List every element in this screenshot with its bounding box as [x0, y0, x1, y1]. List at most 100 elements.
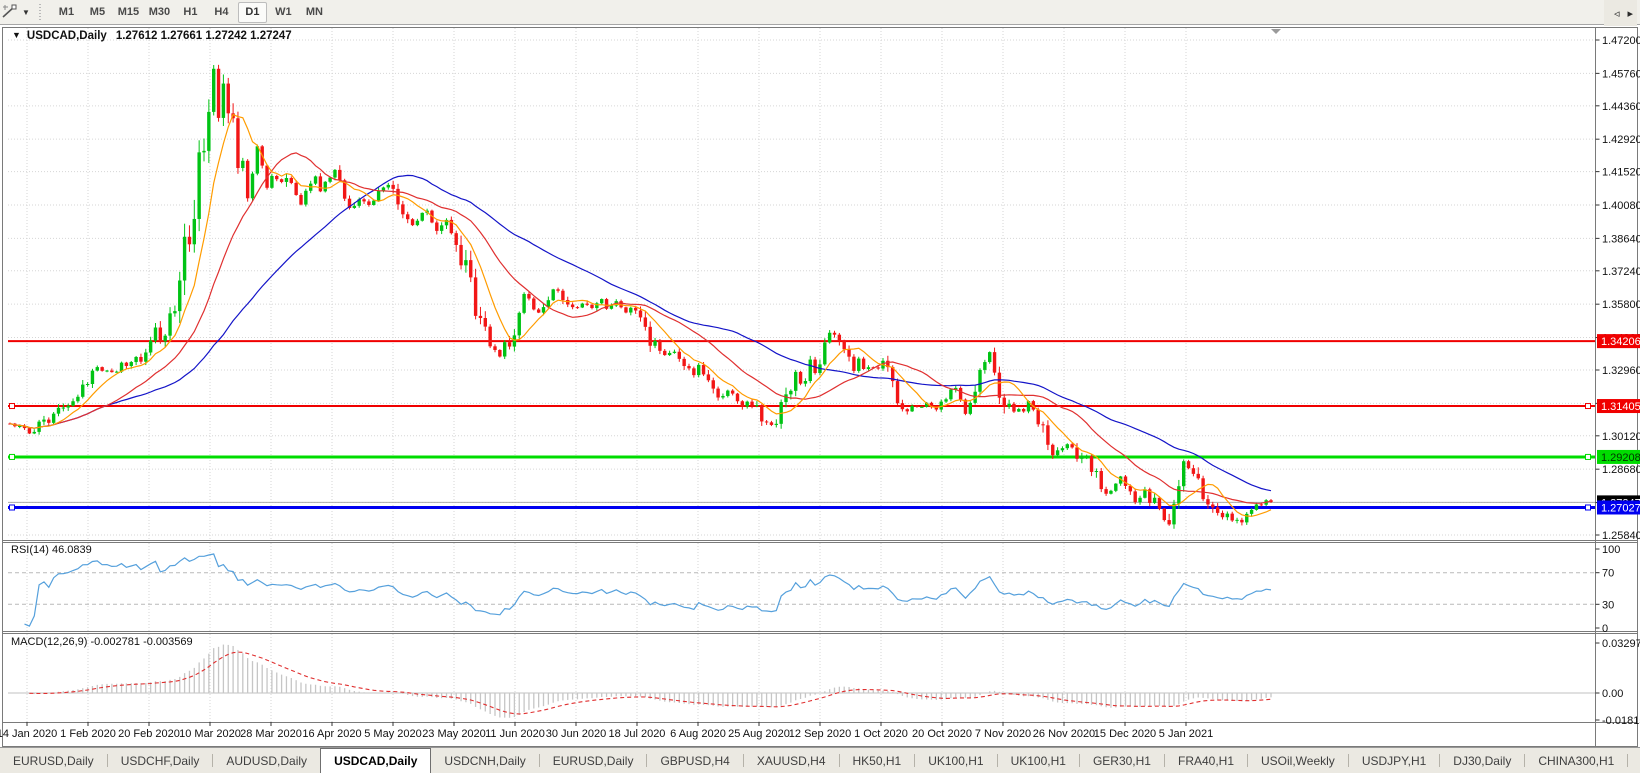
chart-tab-xauusd-h4[interactable]: XAUUSD,H4 — [744, 748, 839, 773]
chart-tab-usdcnh-daily[interactable]: USDCNH,Daily — [431, 748, 538, 773]
toolbar-grip[interactable] — [38, 4, 43, 20]
svg-text:1.34206: 1.34206 — [1601, 336, 1640, 348]
svg-text:11 Jun 2020: 11 Jun 2020 — [485, 728, 545, 740]
chart-tab-usoil-weekly[interactable]: USOil,Weekly — [1248, 748, 1348, 773]
horizontal-line-1.27027[interactable] — [8, 505, 1596, 510]
chart-tab-usoil[interactable]: USOil, — [1628, 748, 1640, 773]
svg-text:0: 0 — [1602, 623, 1608, 635]
svg-text:15 Dec 2020: 15 Dec 2020 — [1094, 728, 1156, 740]
tab-scroll-right-icon[interactable]: ▸ — [1627, 7, 1633, 20]
tab-scroll-controls: ◃ ▸ — [1604, 0, 1637, 26]
svg-text:0.00: 0.00 — [1602, 688, 1623, 700]
horizontal-lines — [8, 341, 1596, 510]
chart-tab-eurusd-daily[interactable]: EURUSD,Daily — [0, 748, 107, 773]
chart-tab-eurusd-daily[interactable]: EURUSD,Daily — [540, 748, 647, 773]
chart-tab-dj30-daily[interactable]: DJ30,Daily — [1440, 748, 1524, 773]
chart-tab-ger30-h1[interactable]: GER30,H1 — [1080, 748, 1164, 773]
chart-tab-usdjpy-h1[interactable]: USDJPY,H1 — [1349, 748, 1439, 773]
svg-text:1.28680: 1.28680 — [1602, 464, 1640, 476]
macd-histogram — [10, 645, 1271, 718]
svg-text:25 Aug 2020: 25 Aug 2020 — [728, 728, 790, 740]
top-toolbar: ▼ M1M5M15M30H1H4D1W1MN — [0, 0, 1640, 25]
timeframe-button-D1[interactable]: D1 — [238, 2, 267, 23]
svg-text:0.032972: 0.032972 — [1602, 638, 1640, 650]
timeframe-button-H1[interactable]: H1 — [176, 2, 205, 23]
chart-shift-marker — [1271, 29, 1281, 34]
svg-text:7 Nov 2020: 7 Nov 2020 — [975, 728, 1031, 740]
rsi-line — [25, 554, 1272, 626]
horizontal-line-1.29208[interactable] — [8, 454, 1596, 459]
price-badge-1.29208: 1.29208 — [1597, 450, 1640, 464]
svg-text:70: 70 — [1602, 568, 1614, 580]
line-anchor-marker[interactable] — [10, 505, 15, 510]
svg-text:16 Apr 2020: 16 Apr 2020 — [302, 728, 361, 740]
timeframe-button-MN[interactable]: MN — [300, 2, 329, 23]
chevron-down-icon[interactable]: ▼ — [22, 8, 30, 17]
svg-text:1.30120: 1.30120 — [1602, 431, 1640, 443]
svg-text:12 Sep 2020: 12 Sep 2020 — [789, 728, 851, 740]
chart-canvas[interactable]: 1.472001.457601.443601.429201.415201.400… — [0, 0, 1640, 773]
svg-text:-0.018154: -0.018154 — [1602, 715, 1640, 727]
svg-text:30 Jun 2020: 30 Jun 2020 — [546, 728, 607, 740]
svg-text:1.37240: 1.37240 — [1602, 266, 1640, 278]
line-anchor-marker[interactable] — [1586, 505, 1591, 510]
svg-text:1.42920: 1.42920 — [1602, 134, 1640, 146]
svg-text:28 Mar 2020: 28 Mar 2020 — [240, 728, 302, 740]
chart-tab-hk50-h1[interactable]: HK50,H1 — [840, 748, 915, 773]
chart-tab-bar: EURUSD,DailyUSDCHF,DailyAUDUSD,DailyUSDC… — [0, 747, 1640, 773]
svg-text:1.41520: 1.41520 — [1602, 167, 1640, 179]
pane-borders — [3, 28, 1639, 747]
svg-text:1 Oct 2020: 1 Oct 2020 — [854, 728, 908, 740]
svg-text:100: 100 — [1602, 544, 1620, 556]
chart-tab-gbpusd-h4[interactable]: GBPUSD,H4 — [647, 748, 742, 773]
chart-tab-uk100-h1[interactable]: UK100,H1 — [998, 748, 1079, 773]
line-anchor-marker[interactable] — [10, 404, 15, 409]
timeframe-button-M5[interactable]: M5 — [83, 2, 112, 23]
timeframe-button-M30[interactable]: M30 — [145, 2, 174, 23]
line-anchor-marker[interactable] — [10, 454, 15, 459]
svg-text:5 Jan 2021: 5 Jan 2021 — [1159, 728, 1213, 740]
price-badge-1.27027: 1.27027 — [1597, 500, 1640, 514]
svg-text:10 Mar 2020: 10 Mar 2020 — [179, 728, 241, 740]
svg-text:1.44360: 1.44360 — [1602, 101, 1640, 113]
svg-text:23 May 2020: 23 May 2020 — [422, 728, 486, 740]
price-badge-1.31405: 1.31405 — [1597, 399, 1640, 413]
svg-text:30: 30 — [1602, 599, 1614, 611]
horizontal-line-1.31405[interactable] — [8, 404, 1596, 409]
tab-scroll-left-icon[interactable]: ◃ — [1614, 7, 1620, 20]
timeframe-button-M1[interactable]: M1 — [52, 2, 81, 23]
line-anchor-marker[interactable] — [1586, 404, 1591, 409]
svg-text:1.29208: 1.29208 — [1601, 452, 1640, 464]
chart-tab-fra40-h1[interactable]: FRA40,H1 — [1165, 748, 1247, 773]
svg-text:1.31405: 1.31405 — [1601, 401, 1640, 413]
price-axis: 1.472001.457601.443601.429201.415201.400… — [1596, 35, 1640, 727]
svg-text:1 Feb 2020: 1 Feb 2020 — [60, 728, 116, 740]
svg-text:26 Nov 2020: 26 Nov 2020 — [1033, 728, 1095, 740]
chart-tab-china300-h1[interactable]: CHINA300,H1 — [1525, 748, 1627, 773]
chart-tab-usdcad-daily[interactable]: USDCAD,Daily — [320, 748, 431, 773]
svg-text:1.47200: 1.47200 — [1602, 35, 1640, 47]
price-badge-1.34206: 1.34206 — [1597, 334, 1640, 348]
svg-text:5 May 2020: 5 May 2020 — [364, 728, 421, 740]
svg-text:14 Jan 2020: 14 Jan 2020 — [0, 728, 57, 740]
date-axis: 14 Jan 20201 Feb 202020 Feb 202010 Mar 2… — [0, 722, 1213, 740]
svg-text:1.27027: 1.27027 — [1601, 502, 1640, 514]
svg-text:20 Feb 2020: 20 Feb 2020 — [118, 728, 180, 740]
chart-tab-usdchf-daily[interactable]: USDCHF,Daily — [108, 748, 213, 773]
chart-tab-audusd-daily[interactable]: AUDUSD,Daily — [213, 748, 320, 773]
svg-text:1.40080: 1.40080 — [1602, 200, 1640, 212]
svg-text:1.32960: 1.32960 — [1602, 365, 1640, 377]
svg-text:1.38640: 1.38640 — [1602, 233, 1640, 245]
svg-text:1.35800: 1.35800 — [1602, 299, 1640, 311]
timeframe-button-M15[interactable]: M15 — [114, 2, 143, 23]
timeframe-button-H4[interactable]: H4 — [207, 2, 236, 23]
chart-tab-uk100-h1[interactable]: UK100,H1 — [915, 748, 996, 773]
timeframe-button-W1[interactable]: W1 — [269, 2, 298, 23]
macd-signal-line — [29, 652, 1271, 714]
svg-text:1.25840: 1.25840 — [1602, 530, 1640, 542]
crosshair-draw-icon[interactable] — [2, 4, 20, 20]
svg-text:6 Aug 2020: 6 Aug 2020 — [670, 728, 726, 740]
line-anchor-marker[interactable] — [1586, 454, 1591, 459]
svg-text:18 Jul 2020: 18 Jul 2020 — [609, 728, 666, 740]
svg-text:20 Oct 2020: 20 Oct 2020 — [912, 728, 972, 740]
